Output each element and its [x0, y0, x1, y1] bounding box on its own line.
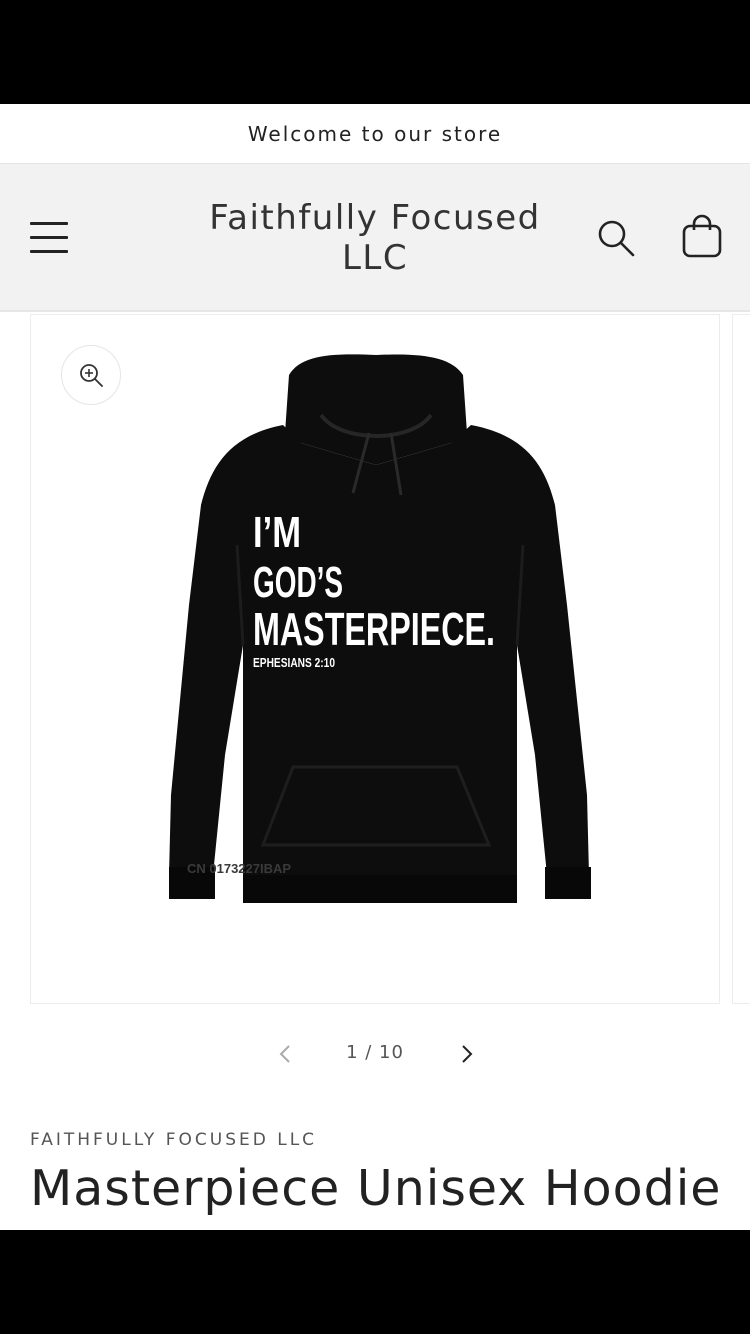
- hoodie-product-image: I’M GOD’S MASTERPIECE. EPHESIANS 2:10 CN…: [169, 354, 591, 903]
- print-line-2: GOD’S: [253, 558, 343, 607]
- image-watermark: CN 0173227IBAP: [187, 861, 291, 876]
- status-bar-area: [0, 0, 750, 104]
- product-media-slide[interactable]: I’M GOD’S MASTERPIECE. EPHESIANS 2:10 CN…: [30, 314, 720, 1004]
- announcement-bar: Welcome to our store: [0, 104, 750, 164]
- bottom-bar-area: [0, 1230, 750, 1334]
- chevron-right-icon[interactable]: [452, 1034, 482, 1074]
- chevron-left-icon[interactable]: [270, 1034, 300, 1074]
- print-line-3: MASTERPIECE.: [253, 603, 495, 655]
- cart-icon[interactable]: [680, 214, 724, 260]
- site-header: Faithfully Focused LLC: [0, 164, 750, 312]
- slider-pager: 1 / 10: [0, 1034, 750, 1074]
- product-title: Masterpiece Unisex Hoodie: [30, 1160, 722, 1217]
- search-icon[interactable]: [596, 218, 636, 258]
- hamburger-menu-icon[interactable]: [30, 220, 68, 254]
- next-media-slide-peek[interactable]: [732, 314, 750, 1004]
- slide-counter: 1 / 10: [346, 1042, 404, 1063]
- brand-line-1: Faithfully Focused: [209, 198, 541, 238]
- announcement-text: Welcome to our store: [247, 121, 503, 146]
- store-logo-link[interactable]: Faithfully Focused LLC: [170, 198, 580, 278]
- print-verse: EPHESIANS 2:10: [253, 655, 335, 670]
- store-page: Welcome to our store Faithfully Focused …: [0, 104, 750, 1230]
- print-line-1: I’M: [253, 508, 301, 557]
- zoom-in-icon[interactable]: [61, 345, 121, 405]
- product-vendor: FAITHFULLY FOCUSED LLC: [30, 1130, 318, 1150]
- brand-line-2: LLC: [341, 238, 409, 278]
